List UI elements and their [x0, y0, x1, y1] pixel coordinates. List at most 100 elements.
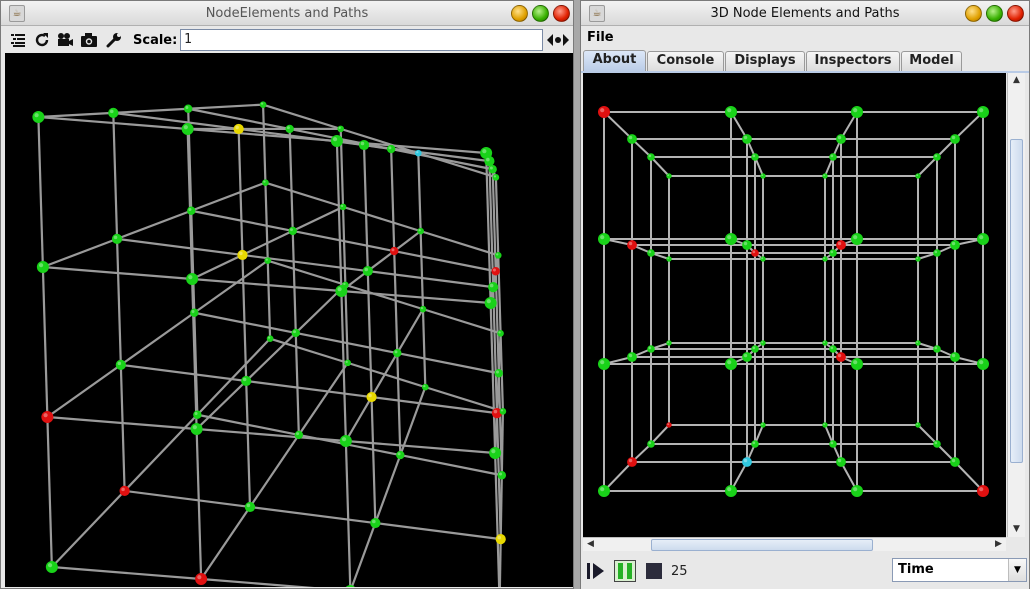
node-highlight	[117, 361, 122, 366]
arrows-icon[interactable]	[546, 32, 570, 48]
node-element	[647, 249, 655, 257]
node-highlight	[667, 174, 670, 177]
path-edge	[38, 111, 114, 119]
node-element	[183, 104, 193, 113]
node-element	[111, 233, 123, 244]
node-highlight	[185, 106, 189, 109]
maximize-button[interactable]	[532, 5, 549, 22]
path-edge	[115, 238, 122, 365]
node-element	[291, 328, 300, 338]
node-highlight	[837, 241, 842, 246]
path-edge	[375, 521, 501, 541]
node-highlight	[648, 441, 652, 445]
path-edge	[347, 361, 426, 389]
node-highlight	[38, 263, 44, 268]
node-highlight	[743, 135, 748, 140]
path-edge	[421, 309, 427, 388]
path-edge	[498, 539, 502, 589]
path-edge	[46, 363, 122, 418]
step-icon[interactable]	[585, 560, 607, 582]
path-edge	[390, 149, 396, 252]
path-edge	[650, 156, 670, 177]
node-highlight	[239, 251, 243, 256]
node-element	[337, 125, 344, 133]
time-select[interactable]: Time ▼	[892, 558, 1027, 582]
minimize-button[interactable]	[965, 5, 982, 22]
tab-displays[interactable]: Displays	[725, 51, 805, 71]
node-element	[751, 440, 759, 448]
node-highlight	[761, 174, 764, 177]
node-highlight	[265, 258, 268, 261]
left-titlebar[interactable]: ☕ NodeElements and Paths	[1, 1, 573, 26]
pause-icon[interactable]	[614, 560, 636, 582]
tab-about[interactable]: About	[583, 50, 646, 72]
3d-view-canvas[interactable]	[5, 53, 573, 589]
scroll-left-arrow[interactable]: ◀	[583, 538, 598, 552]
node-highlight	[648, 250, 652, 254]
scroll-up-arrow[interactable]: ▲	[1008, 73, 1025, 88]
node-highlight	[263, 180, 266, 183]
node-highlight	[43, 413, 48, 418]
path-edge	[41, 266, 49, 418]
node-element	[386, 144, 396, 154]
node-element	[836, 352, 846, 362]
node-element	[497, 330, 504, 337]
node-highlight	[360, 141, 365, 146]
front-view-canvas[interactable]	[583, 73, 1006, 537]
scroll-right-arrow[interactable]: ▶	[991, 538, 1006, 552]
path-edge	[344, 396, 373, 442]
node-highlight	[727, 108, 732, 113]
node-element	[262, 179, 269, 186]
cube-graph-view[interactable]	[5, 53, 573, 589]
node-element	[497, 471, 507, 480]
node-highlight	[296, 432, 300, 436]
scale-input[interactable]: 1	[180, 29, 543, 51]
camera-video-icon[interactable]	[56, 31, 74, 49]
node-element	[647, 440, 655, 448]
node-highlight	[628, 353, 633, 358]
path-edge	[124, 489, 251, 509]
close-button[interactable]	[1007, 5, 1024, 22]
path-edge	[291, 230, 297, 333]
node-highlight	[830, 346, 834, 350]
node-highlight	[727, 360, 732, 365]
path-edge	[191, 253, 243, 280]
node-element	[666, 340, 672, 346]
node-element	[489, 447, 502, 459]
node-element	[266, 335, 274, 342]
vertical-scroll-thumb[interactable]	[1010, 139, 1023, 463]
node-element	[915, 173, 921, 179]
path-edge	[42, 237, 118, 269]
path-edge	[367, 269, 494, 289]
node-element	[195, 573, 208, 585]
scroll-down-arrow[interactable]: ▼	[1008, 522, 1025, 537]
node-element	[742, 352, 752, 362]
maximize-button[interactable]	[986, 5, 1003, 22]
path-edge	[650, 424, 670, 445]
left-toolbar: Scale: 1	[1, 27, 573, 53]
tab-console[interactable]: Console	[647, 51, 724, 71]
refresh-icon[interactable]	[33, 31, 51, 49]
path-edge	[116, 237, 243, 257]
node-highlight	[343, 282, 346, 286]
path-edge	[422, 308, 501, 335]
tab-inspectors[interactable]: Inspectors	[806, 51, 900, 71]
horizontal-scrollbar[interactable]: ◀ ▶	[583, 537, 1006, 551]
menu-file[interactable]: File	[587, 30, 614, 45]
front-graph-view[interactable]	[583, 73, 1006, 537]
wrench-icon[interactable]	[105, 31, 123, 49]
node-highlight	[648, 346, 652, 350]
vertical-scrollbar[interactable]: ▲ ▼	[1007, 73, 1025, 537]
minimize-button[interactable]	[511, 5, 528, 22]
node-element	[488, 165, 497, 174]
horizontal-scroll-thumb[interactable]	[651, 539, 873, 551]
stop-icon[interactable]	[644, 560, 666, 582]
list-icon[interactable]	[9, 31, 27, 49]
right-titlebar[interactable]: ☕ 3D Node Elements and Paths	[581, 1, 1029, 26]
camera-icon[interactable]	[80, 31, 98, 49]
tab-model[interactable]: Model	[901, 51, 962, 71]
chevron-down-icon[interactable]: ▼	[1008, 559, 1026, 581]
path-edge	[342, 205, 421, 233]
close-button[interactable]	[553, 5, 570, 22]
node-element	[45, 561, 58, 573]
